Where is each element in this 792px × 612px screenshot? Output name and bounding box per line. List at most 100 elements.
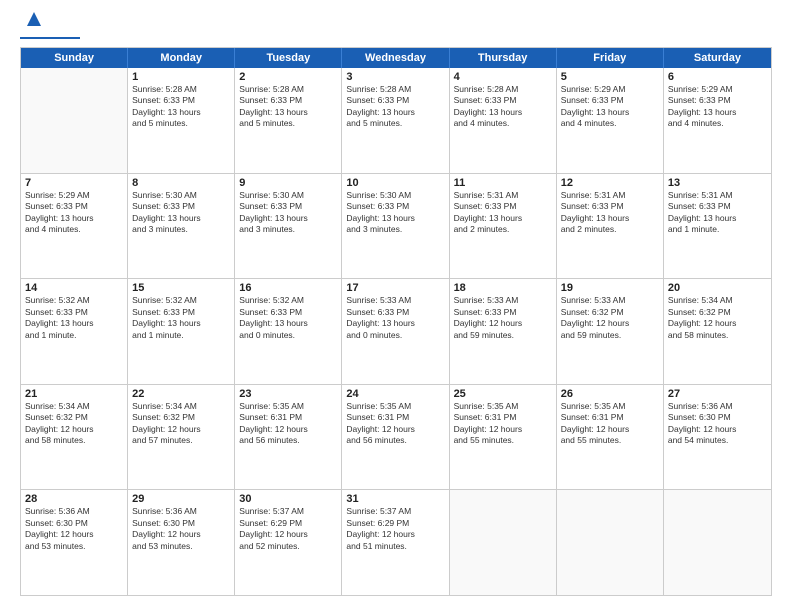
day-info: Sunrise: 5:35 AM Sunset: 6:31 PM Dayligh… [346, 401, 444, 447]
calendar-cell: 18Sunrise: 5:33 AM Sunset: 6:33 PM Dayli… [450, 279, 557, 384]
day-info: Sunrise: 5:36 AM Sunset: 6:30 PM Dayligh… [132, 506, 230, 552]
logo-underline [20, 37, 80, 39]
calendar-cell: 6Sunrise: 5:29 AM Sunset: 6:33 PM Daylig… [664, 68, 771, 173]
day-info: Sunrise: 5:35 AM Sunset: 6:31 PM Dayligh… [454, 401, 552, 447]
day-number: 22 [132, 388, 230, 400]
day-info: Sunrise: 5:33 AM Sunset: 6:32 PM Dayligh… [561, 295, 659, 341]
header-day-saturday: Saturday [664, 48, 771, 68]
day-info: Sunrise: 5:34 AM Sunset: 6:32 PM Dayligh… [25, 401, 123, 447]
day-info: Sunrise: 5:29 AM Sunset: 6:33 PM Dayligh… [25, 190, 123, 236]
day-number: 1 [132, 71, 230, 83]
calendar-cell: 2Sunrise: 5:28 AM Sunset: 6:33 PM Daylig… [235, 68, 342, 173]
day-info: Sunrise: 5:30 AM Sunset: 6:33 PM Dayligh… [346, 190, 444, 236]
day-number: 5 [561, 71, 659, 83]
calendar-cell: 11Sunrise: 5:31 AM Sunset: 6:33 PM Dayli… [450, 174, 557, 279]
day-number: 6 [668, 71, 767, 83]
calendar-cell [664, 490, 771, 595]
calendar-cell: 9Sunrise: 5:30 AM Sunset: 6:33 PM Daylig… [235, 174, 342, 279]
day-number: 4 [454, 71, 552, 83]
day-number: 13 [668, 177, 767, 189]
day-number: 8 [132, 177, 230, 189]
calendar-week-1: 1Sunrise: 5:28 AM Sunset: 6:33 PM Daylig… [21, 68, 771, 174]
calendar-week-5: 28Sunrise: 5:36 AM Sunset: 6:30 PM Dayli… [21, 490, 771, 595]
calendar-cell: 19Sunrise: 5:33 AM Sunset: 6:32 PM Dayli… [557, 279, 664, 384]
calendar-cell: 28Sunrise: 5:36 AM Sunset: 6:30 PM Dayli… [21, 490, 128, 595]
calendar-cell: 5Sunrise: 5:29 AM Sunset: 6:33 PM Daylig… [557, 68, 664, 173]
day-info: Sunrise: 5:30 AM Sunset: 6:33 PM Dayligh… [239, 190, 337, 236]
header-day-friday: Friday [557, 48, 664, 68]
calendar-cell: 26Sunrise: 5:35 AM Sunset: 6:31 PM Dayli… [557, 385, 664, 490]
day-info: Sunrise: 5:34 AM Sunset: 6:32 PM Dayligh… [668, 295, 767, 341]
header-day-sunday: Sunday [21, 48, 128, 68]
logo [20, 16, 80, 39]
day-info: Sunrise: 5:32 AM Sunset: 6:33 PM Dayligh… [132, 295, 230, 341]
day-number: 18 [454, 282, 552, 294]
day-info: Sunrise: 5:33 AM Sunset: 6:33 PM Dayligh… [454, 295, 552, 341]
day-number: 19 [561, 282, 659, 294]
day-info: Sunrise: 5:32 AM Sunset: 6:33 PM Dayligh… [25, 295, 123, 341]
day-info: Sunrise: 5:31 AM Sunset: 6:33 PM Dayligh… [561, 190, 659, 236]
day-number: 20 [668, 282, 767, 294]
day-number: 12 [561, 177, 659, 189]
day-info: Sunrise: 5:28 AM Sunset: 6:33 PM Dayligh… [346, 84, 444, 130]
calendar-cell: 4Sunrise: 5:28 AM Sunset: 6:33 PM Daylig… [450, 68, 557, 173]
day-number: 25 [454, 388, 552, 400]
header [20, 16, 772, 39]
day-number: 27 [668, 388, 767, 400]
day-info: Sunrise: 5:29 AM Sunset: 6:33 PM Dayligh… [561, 84, 659, 130]
calendar-cell: 20Sunrise: 5:34 AM Sunset: 6:32 PM Dayli… [664, 279, 771, 384]
day-info: Sunrise: 5:35 AM Sunset: 6:31 PM Dayligh… [561, 401, 659, 447]
day-info: Sunrise: 5:28 AM Sunset: 6:33 PM Dayligh… [132, 84, 230, 130]
calendar-cell: 13Sunrise: 5:31 AM Sunset: 6:33 PM Dayli… [664, 174, 771, 279]
day-number: 23 [239, 388, 337, 400]
day-info: Sunrise: 5:31 AM Sunset: 6:33 PM Dayligh… [668, 190, 767, 236]
calendar-cell: 25Sunrise: 5:35 AM Sunset: 6:31 PM Dayli… [450, 385, 557, 490]
day-number: 2 [239, 71, 337, 83]
calendar-week-3: 14Sunrise: 5:32 AM Sunset: 6:33 PM Dayli… [21, 279, 771, 385]
day-number: 28 [25, 493, 123, 505]
calendar-week-2: 7Sunrise: 5:29 AM Sunset: 6:33 PM Daylig… [21, 174, 771, 280]
calendar-cell: 29Sunrise: 5:36 AM Sunset: 6:30 PM Dayli… [128, 490, 235, 595]
calendar-cell [557, 490, 664, 595]
calendar-cell: 24Sunrise: 5:35 AM Sunset: 6:31 PM Dayli… [342, 385, 449, 490]
calendar-cell: 17Sunrise: 5:33 AM Sunset: 6:33 PM Dayli… [342, 279, 449, 384]
calendar-cell: 30Sunrise: 5:37 AM Sunset: 6:29 PM Dayli… [235, 490, 342, 595]
calendar-cell: 21Sunrise: 5:34 AM Sunset: 6:32 PM Dayli… [21, 385, 128, 490]
calendar-cell: 1Sunrise: 5:28 AM Sunset: 6:33 PM Daylig… [128, 68, 235, 173]
header-day-wednesday: Wednesday [342, 48, 449, 68]
day-number: 10 [346, 177, 444, 189]
calendar-cell: 22Sunrise: 5:34 AM Sunset: 6:32 PM Dayli… [128, 385, 235, 490]
calendar-cell: 8Sunrise: 5:30 AM Sunset: 6:33 PM Daylig… [128, 174, 235, 279]
calendar: SundayMondayTuesdayWednesdayThursdayFrid… [20, 47, 772, 596]
header-day-tuesday: Tuesday [235, 48, 342, 68]
day-info: Sunrise: 5:32 AM Sunset: 6:33 PM Dayligh… [239, 295, 337, 341]
calendar-week-4: 21Sunrise: 5:34 AM Sunset: 6:32 PM Dayli… [21, 385, 771, 491]
page: SundayMondayTuesdayWednesdayThursdayFrid… [0, 0, 792, 612]
day-number: 11 [454, 177, 552, 189]
day-number: 30 [239, 493, 337, 505]
day-info: Sunrise: 5:35 AM Sunset: 6:31 PM Dayligh… [239, 401, 337, 447]
day-info: Sunrise: 5:34 AM Sunset: 6:32 PM Dayligh… [132, 401, 230, 447]
calendar-header: SundayMondayTuesdayWednesdayThursdayFrid… [21, 48, 771, 68]
calendar-body: 1Sunrise: 5:28 AM Sunset: 6:33 PM Daylig… [21, 68, 771, 595]
calendar-cell: 7Sunrise: 5:29 AM Sunset: 6:33 PM Daylig… [21, 174, 128, 279]
day-number: 21 [25, 388, 123, 400]
day-info: Sunrise: 5:29 AM Sunset: 6:33 PM Dayligh… [668, 84, 767, 130]
day-number: 9 [239, 177, 337, 189]
calendar-cell: 23Sunrise: 5:35 AM Sunset: 6:31 PM Dayli… [235, 385, 342, 490]
day-number: 3 [346, 71, 444, 83]
day-number: 17 [346, 282, 444, 294]
logo-icon [23, 8, 45, 30]
day-info: Sunrise: 5:33 AM Sunset: 6:33 PM Dayligh… [346, 295, 444, 341]
day-number: 26 [561, 388, 659, 400]
calendar-cell: 3Sunrise: 5:28 AM Sunset: 6:33 PM Daylig… [342, 68, 449, 173]
calendar-cell: 10Sunrise: 5:30 AM Sunset: 6:33 PM Dayli… [342, 174, 449, 279]
day-number: 24 [346, 388, 444, 400]
day-info: Sunrise: 5:37 AM Sunset: 6:29 PM Dayligh… [239, 506, 337, 552]
day-number: 31 [346, 493, 444, 505]
day-number: 7 [25, 177, 123, 189]
calendar-cell [21, 68, 128, 173]
day-info: Sunrise: 5:36 AM Sunset: 6:30 PM Dayligh… [25, 506, 123, 552]
day-info: Sunrise: 5:37 AM Sunset: 6:29 PM Dayligh… [346, 506, 444, 552]
header-day-monday: Monday [128, 48, 235, 68]
